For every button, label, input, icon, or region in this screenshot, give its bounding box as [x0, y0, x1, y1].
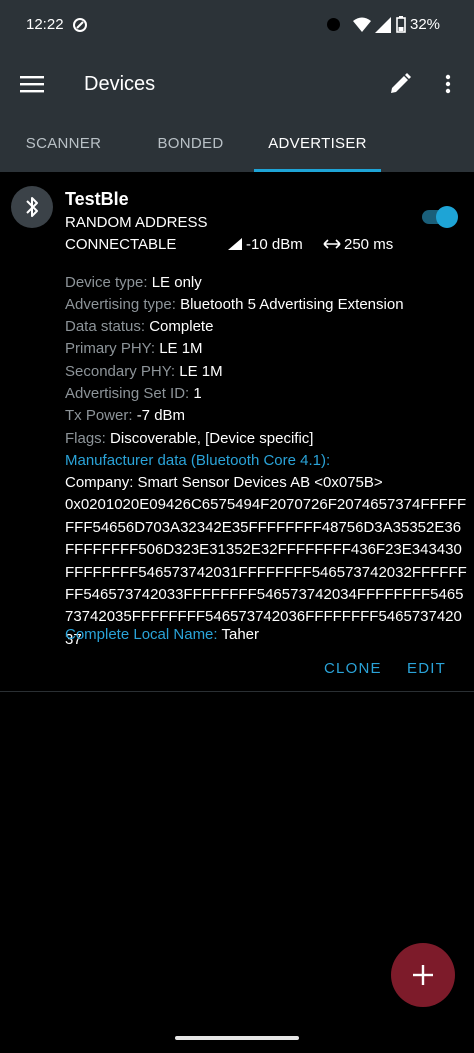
device-name: TestBle — [65, 189, 129, 209]
detail-advertising-type: Advertising type: Bluetooth 5 Advertisin… — [65, 296, 404, 313]
advertiser-card[interactable]: TestBle RANDOM ADDRESS CONNECTABLE -10 d… — [0, 172, 474, 692]
app-bar: Devices — [0, 52, 474, 116]
manufacturer-data-block: Company: Smart Sensor Devices AB <0x075B… — [65, 472, 470, 651]
wifi-icon — [353, 17, 371, 32]
tab-bar: SCANNER BONDED ADVERTISER — [0, 116, 474, 172]
link-icon — [73, 18, 87, 32]
tab-bonded[interactable]: BONDED — [127, 116, 254, 172]
clone-button[interactable]: CLONE — [324, 660, 382, 677]
camera-cutout — [327, 18, 340, 31]
signal-icon — [375, 17, 391, 33]
home-indicator[interactable] — [175, 1036, 299, 1040]
detail-advertising-set-id: Advertising Set ID: 1 — [65, 385, 202, 402]
battery-icon — [396, 16, 406, 33]
tab-advertiser[interactable]: ADVERTISER — [254, 116, 381, 172]
tx-power-icon — [228, 238, 242, 250]
detail-data-status: Data status: Complete — [65, 318, 214, 335]
add-advertiser-button[interactable] — [391, 943, 455, 1007]
toggle-thumb[interactable] — [436, 206, 458, 228]
bluetooth-icon — [26, 197, 38, 217]
detail-device-type: Device type: LE only — [65, 274, 202, 291]
plus-icon — [413, 965, 433, 985]
detail-tx-power: Tx Power: -7 dBm — [65, 407, 186, 424]
edit-button[interactable]: EDIT — [407, 660, 446, 677]
tab-scanner[interactable]: SCANNER — [0, 116, 127, 172]
status-bar: 12:22 32% — [0, 0, 474, 52]
menu-icon[interactable] — [20, 72, 44, 96]
detail-secondary-phy: Secondary PHY: LE 1M — [65, 363, 223, 380]
local-name-row: Complete Local Name: Taher — [65, 626, 260, 643]
tx-power-value: -10 dBm — [246, 236, 303, 253]
connectable-status: CONNECTABLE — [65, 236, 177, 253]
detail-flags: Flags: Discoverable, [Device specific] — [65, 430, 314, 447]
battery-percentage: 32% — [410, 16, 441, 33]
detail-primary-phy: Primary PHY: LE 1M — [65, 340, 203, 357]
address-type: RANDOM ADDRESS — [65, 214, 208, 231]
interval-icon — [323, 239, 341, 249]
more-vert-icon[interactable] — [440, 72, 456, 96]
manufacturer-data-label: Manufacturer data (Bluetooth Core 4.1): — [65, 452, 331, 469]
interval-value: 250 ms — [344, 236, 394, 253]
status-time: 12:22 — [26, 16, 64, 33]
company-line: Company: Smart Sensor Devices AB <0x075B… — [65, 474, 383, 491]
pencil-icon[interactable] — [388, 72, 412, 96]
page-title: Devices — [84, 73, 156, 95]
bluetooth-avatar — [11, 186, 53, 228]
